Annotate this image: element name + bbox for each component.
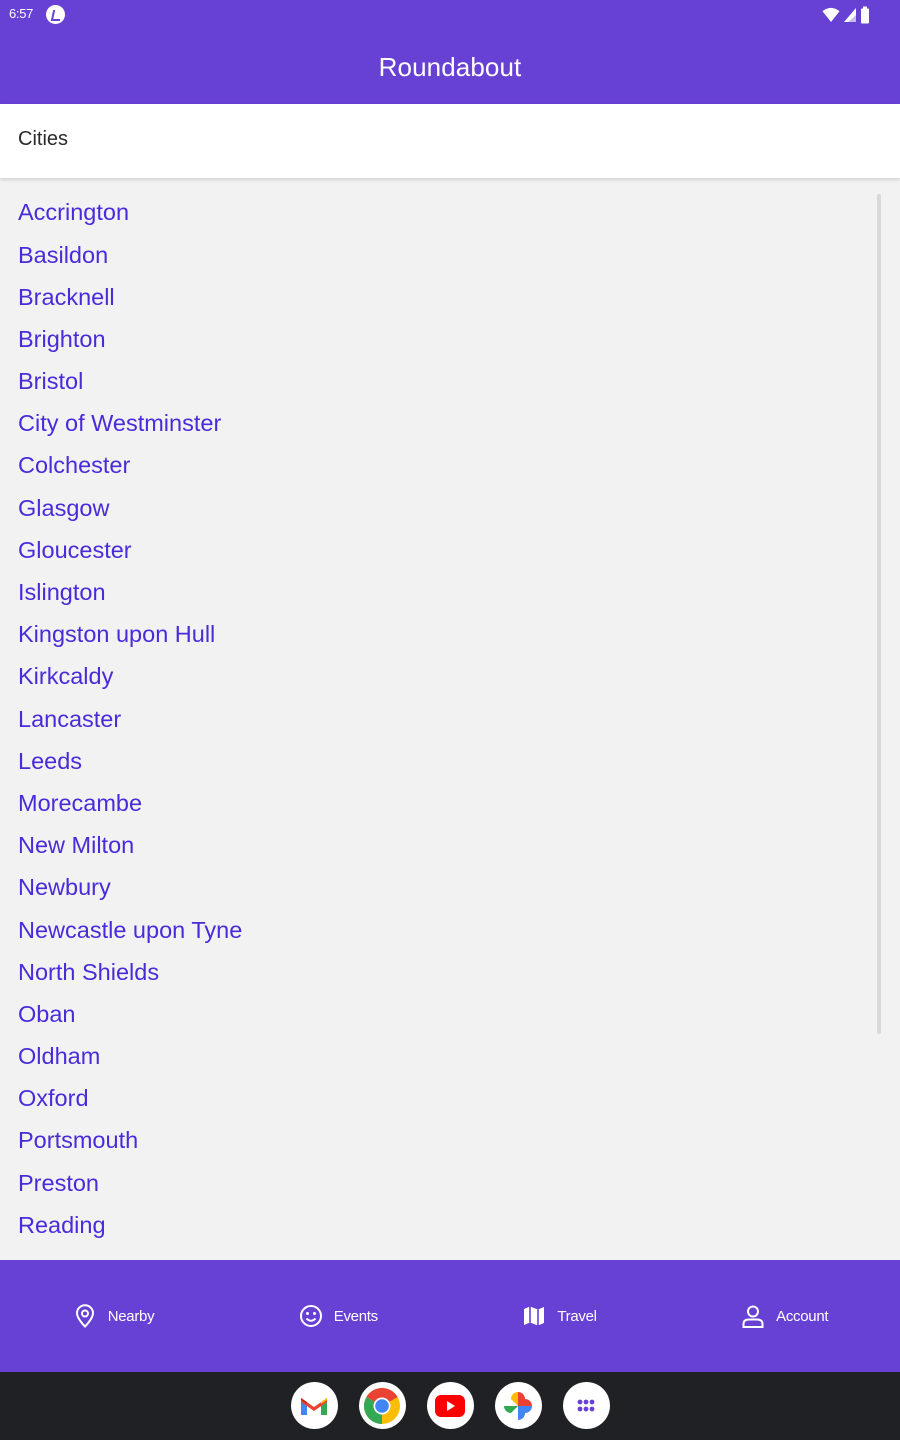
city-list-item[interactable]: Oldham	[0, 1036, 900, 1078]
notification-app-icon	[46, 5, 65, 24]
chrome-app[interactable]	[358, 1382, 406, 1429]
city-list-item[interactable]: Brighton	[0, 319, 900, 361]
photos-app[interactable]	[494, 1382, 542, 1429]
city-list-container[interactable]: Accrington Basildon Bracknell Brighton Brist…	[0, 180, 900, 1260]
location-pin-icon	[75, 1304, 94, 1328]
battery-icon	[861, 6, 869, 24]
city-list-item[interactable]: City of Westminster	[0, 403, 900, 445]
app-title: Roundabout	[378, 52, 522, 82]
youtube-icon	[435, 1394, 465, 1417]
app-bar: Roundabout	[0, 30, 900, 104]
app-drawer-icon	[577, 1399, 595, 1411]
bottom-nav: Nearby Events Travel Account	[0, 1260, 900, 1372]
city-list-item[interactable]: Oban	[0, 994, 900, 1036]
city-list: Accrington Basildon Bracknell Brighton Brist…	[0, 192, 900, 1247]
city-list-item[interactable]: Leeds	[0, 740, 900, 782]
nav-label-travel: Travel	[557, 1307, 597, 1325]
city-list-item[interactable]: Glasgow	[0, 487, 900, 529]
cell-signal-icon	[844, 8, 856, 22]
status-bar: 6:57	[0, 0, 900, 30]
city-list-item[interactable]: Reading	[0, 1205, 900, 1247]
scrollbar[interactable]	[877, 194, 881, 1034]
city-list-item[interactable]: Preston	[0, 1162, 900, 1204]
smiley-icon	[299, 1305, 322, 1327]
nav-item-account[interactable]: Account	[740, 1303, 829, 1329]
status-indicators	[822, 5, 870, 25]
section-header	[0, 104, 900, 178]
city-list-item[interactable]: Newcastle upon Tyne	[0, 909, 900, 951]
city-list-item[interactable]: Islington	[0, 572, 900, 614]
nav-label-events: Events	[333, 1307, 378, 1325]
photos-icon	[504, 1391, 532, 1420]
nav-item-events[interactable]: Events	[298, 1303, 378, 1329]
city-list-item[interactable]: Kingston upon Hull	[0, 614, 900, 656]
wifi-icon	[822, 7, 840, 22]
nav-label-account: Account	[776, 1307, 829, 1325]
nav-label-nearby: Nearby	[107, 1307, 155, 1325]
youtube-app[interactable]	[426, 1382, 474, 1429]
map-icon	[524, 1306, 545, 1326]
person-icon	[742, 1305, 764, 1328]
gmail-icon	[301, 1397, 327, 1415]
city-list-item[interactable]: Basildon	[0, 234, 900, 276]
city-list-item[interactable]: Gloucester	[0, 530, 900, 572]
city-list-item[interactable]: Bristol	[0, 361, 900, 403]
city-list-item[interactable]: North Shields	[0, 951, 900, 993]
city-list-item[interactable]: Morecambe	[0, 783, 900, 825]
app-dock	[0, 1382, 900, 1432]
section-title: Cities	[18, 128, 69, 150]
city-list-item[interactable]: Newbury	[0, 867, 900, 909]
city-list-item[interactable]: Portsmouth	[0, 1120, 900, 1162]
city-list-item[interactable]: Oxford	[0, 1078, 900, 1120]
screen: 6:57 Roundabout Cities Accrington Basildo…	[0, 0, 900, 1440]
city-list-item[interactable]: Accrington	[0, 192, 900, 234]
city-list-item[interactable]: Bracknell	[0, 276, 900, 318]
city-list-item[interactable]: Kirkcaldy	[0, 656, 900, 698]
city-list-item[interactable]: Lancaster	[0, 698, 900, 740]
city-list-item[interactable]: Colchester	[0, 445, 900, 487]
chrome-icon	[363, 1387, 400, 1424]
gmail-app[interactable]	[290, 1382, 338, 1429]
nav-item-travel[interactable]: Travel	[521, 1303, 597, 1329]
status-time: 6:57	[9, 6, 34, 21]
app-drawer[interactable]	[562, 1382, 610, 1429]
nav-item-nearby[interactable]: Nearby	[72, 1303, 155, 1329]
city-list-item[interactable]: New Milton	[0, 825, 900, 867]
